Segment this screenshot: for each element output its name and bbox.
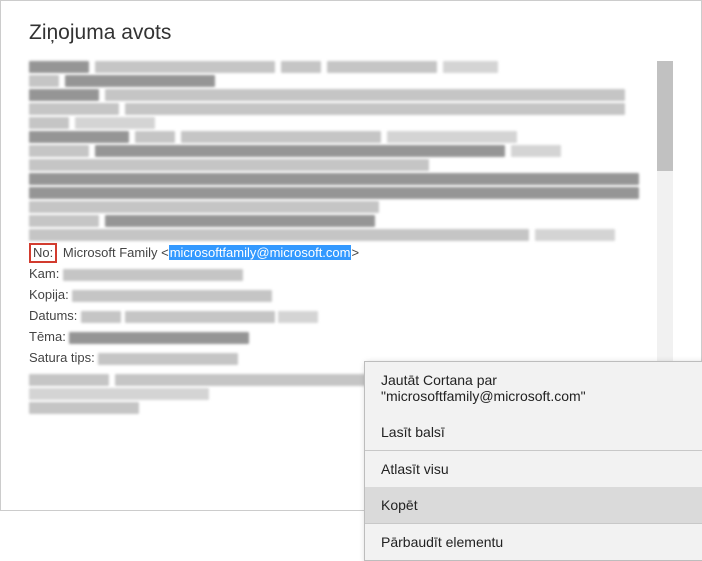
message-source-window: Ziņojuma avots No: Microsoft Family — [1, 1, 701, 491]
to-row: Kam: — [29, 264, 655, 284]
cc-row: Kopija: — [29, 285, 655, 305]
menu-select-all[interactable]: Atlasīt visu — [365, 451, 702, 487]
subject-label: Tēma: — [29, 329, 66, 344]
from-angle-close: > — [351, 245, 359, 260]
from-angle-open: < — [161, 245, 169, 260]
date-label: Datums: — [29, 308, 77, 323]
context-menu: Jautāt Cortana par "microsoftfamily@micr… — [364, 361, 702, 561]
content-area: No: Microsoft Family <microsoftfamily@mi… — [29, 61, 673, 491]
content-type-label: Satura tips: — [29, 350, 95, 365]
menu-ask-cortana[interactable]: Jautāt Cortana par "microsoftfamily@micr… — [365, 362, 702, 414]
from-email-selected[interactable]: microsoftfamily@microsoft.com — [169, 245, 352, 260]
cc-label: Kopija: — [29, 287, 69, 302]
menu-read-aloud[interactable]: Lasīt balsī — [365, 414, 702, 450]
to-label: Kam: — [29, 266, 59, 281]
subject-row: Tēma: — [29, 327, 655, 347]
window-title: Ziņojuma avots — [29, 21, 673, 45]
menu-inspect[interactable]: Pārbaudīt elementu — [365, 524, 702, 560]
from-label-highlight: No: — [29, 243, 57, 263]
from-name[interactable]: Microsoft Family — [63, 245, 158, 260]
from-row: No: Microsoft Family <microsoftfamily@mi… — [29, 243, 655, 263]
date-row: Datums: — [29, 306, 655, 326]
menu-copy[interactable]: Kopēt — [365, 487, 702, 523]
